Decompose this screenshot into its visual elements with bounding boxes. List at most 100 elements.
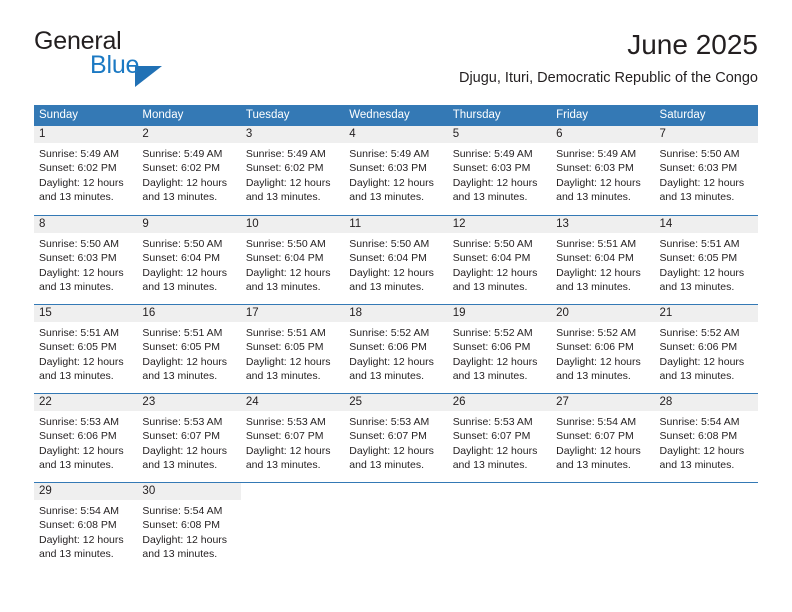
- sunrise-time: Sunrise: 5:54 AM: [556, 416, 637, 428]
- daylight-duration-line1: Daylight: 12 hours: [39, 176, 124, 189]
- day-number: 5: [452, 128, 460, 140]
- day-details: Sunrise: 5:51 AM Sunset: 6:05 PM Daylight:…: [655, 233, 758, 295]
- sunrise-time: Sunrise: 5:51 AM: [245, 327, 326, 339]
- day-cell[interactable]: 12 Sunrise: 5:50 AM Sunset: 6:04 PM Dayligh…: [447, 216, 552, 304]
- sunset-time: Sunset: 6:04 PM: [245, 252, 324, 265]
- day-number-band: 20: [551, 305, 655, 322]
- day-details: Sunrise: 5:50 AM Sunset: 6:04 PM Daylight:…: [137, 233, 240, 295]
- day-cell[interactable]: 24 Sunrise: 5:53 AM Sunset: 6:07 PM Dayligh…: [240, 394, 345, 482]
- day-number-band: 19: [447, 305, 552, 322]
- weekday-header-thursday: Thursday: [452, 109, 501, 121]
- day-cell[interactable]: 1 Sunrise: 5:49 AM Sunset: 6:02 PM Daylight…: [34, 126, 138, 215]
- calendar-week-row: 29 Sunrise: 5:54 AM Sunset: 6:08 PM Dayligh…: [34, 482, 758, 571]
- daylight-duration-line1: Daylight: 12 hours: [349, 355, 434, 368]
- daylight-duration-line1: Daylight: 12 hours: [659, 355, 745, 368]
- day-details: Sunrise: 5:50 AM Sunset: 6:03 PM Daylight:…: [655, 143, 758, 205]
- day-cell[interactable]: 26 Sunrise: 5:53 AM Sunset: 6:07 PM Dayligh…: [447, 394, 552, 482]
- day-number-band: 5: [447, 126, 552, 143]
- day-details: Sunrise: 5:54 AM Sunset: 6:08 PM Daylight:…: [655, 411, 758, 473]
- day-number: 27: [556, 396, 569, 408]
- page-header: General Blue June 2025 Djugu, Ituri, Dem…: [34, 28, 758, 100]
- day-number-band: 8: [34, 216, 138, 233]
- daylight-duration-line1: Daylight: 12 hours: [142, 176, 228, 189]
- day-cell[interactable]: 10 Sunrise: 5:50 AM Sunset: 6:04 PM Dayligh…: [240, 216, 345, 304]
- daylight-duration-line1: Daylight: 12 hours: [452, 355, 538, 368]
- weekday-header-sunday: Sunday: [39, 109, 79, 121]
- day-cell[interactable]: 2 Sunrise: 5:49 AM Sunset: 6:02 PM Daylight…: [137, 126, 241, 215]
- day-cell[interactable]: 13 Sunrise: 5:51 AM Sunset: 6:04 PM Dayligh…: [551, 216, 655, 304]
- calendar-grid: Sunday Monday Tuesday Wednesday Thursday Frid…: [34, 105, 758, 571]
- day-number: 3: [245, 128, 253, 140]
- day-number-band: 17: [240, 305, 345, 322]
- day-cell[interactable]: 27 Sunrise: 5:54 AM Sunset: 6:07 PM Dayligh…: [551, 394, 655, 482]
- day-cell[interactable]: 20 Sunrise: 5:52 AM Sunset: 6:06 PM Dayligh…: [551, 305, 655, 393]
- day-details: Sunrise: 5:52 AM Sunset: 6:06 PM Daylight:…: [655, 322, 758, 384]
- day-details: Sunrise: 5:49 AM Sunset: 6:02 PM Daylight:…: [241, 143, 344, 205]
- day-cell[interactable]: 11 Sunrise: 5:50 AM Sunset: 6:04 PM Dayligh…: [344, 216, 448, 304]
- day-cell[interactable]: 3 Sunrise: 5:49 AM Sunset: 6:02 PM Daylight…: [240, 126, 345, 215]
- daylight-duration-line1: Daylight: 12 hours: [245, 176, 331, 189]
- day-cell[interactable]: 16 Sunrise: 5:51 AM Sunset: 6:05 PM Dayligh…: [137, 305, 241, 393]
- day-cell[interactable]: 28 Sunrise: 5:54 AM Sunset: 6:08 PM Dayligh…: [654, 394, 758, 482]
- daylight-duration-line1: Daylight: 12 hours: [659, 176, 745, 189]
- day-details: Sunrise: 5:53 AM Sunset: 6:06 PM Daylight:…: [34, 411, 137, 473]
- daylight-duration-line1: Daylight: 12 hours: [556, 355, 641, 368]
- day-details: Sunrise: 5:53 AM Sunset: 6:07 PM Daylight:…: [448, 411, 551, 473]
- day-cell[interactable]: 5 Sunrise: 5:49 AM Sunset: 6:03 PM Daylight…: [447, 126, 552, 215]
- day-number: 16: [142, 307, 156, 319]
- day-cell[interactable]: 30 Sunrise: 5:54 AM Sunset: 6:08 PM Dayligh…: [137, 483, 241, 571]
- sunrise-time: Sunrise: 5:49 AM: [39, 148, 119, 160]
- location-subtitle: Djugu, Ituri, Democratic Republic of the…: [458, 70, 758, 86]
- day-details: Sunrise: 5:53 AM Sunset: 6:07 PM Daylight:…: [137, 411, 240, 473]
- brand-logo[interactable]: General Blue: [34, 28, 254, 88]
- daylight-duration-line2: and 13 minutes.: [39, 370, 114, 383]
- brand-name-blue: Blue: [90, 51, 140, 79]
- day-cell[interactable]: 9 Sunrise: 5:50 AM Sunset: 6:04 PM Daylight…: [137, 216, 241, 304]
- sunset-time: Sunset: 6:07 PM: [349, 430, 427, 443]
- sunset-time: Sunset: 6:08 PM: [142, 519, 221, 532]
- daylight-duration-line2: and 13 minutes.: [245, 459, 321, 472]
- day-cell[interactable]: 6 Sunrise: 5:49 AM Sunset: 6:03 PM Daylight…: [551, 126, 655, 215]
- sunrise-time: Sunrise: 5:53 AM: [452, 416, 533, 428]
- day-number-band: 15: [34, 305, 138, 322]
- daylight-duration-line1: Daylight: 12 hours: [659, 444, 745, 457]
- day-number-band: [551, 483, 654, 500]
- day-number: 15: [39, 307, 52, 319]
- day-cell[interactable]: 29 Sunrise: 5:54 AM Sunset: 6:08 PM Dayligh…: [34, 483, 138, 571]
- day-cell[interactable]: 7 Sunrise: 5:50 AM Sunset: 6:03 PM Daylight…: [654, 126, 758, 215]
- day-cell[interactable]: 18 Sunrise: 5:52 AM Sunset: 6:06 PM Dayligh…: [344, 305, 448, 393]
- weekday-header-wednesday: Wednesday: [349, 109, 410, 121]
- sunset-time: Sunset: 6:05 PM: [245, 341, 324, 354]
- sunrise-time: Sunrise: 5:51 AM: [39, 327, 119, 339]
- day-number: 6: [556, 128, 563, 140]
- day-cell-empty: [240, 483, 345, 571]
- sunrise-time: Sunrise: 5:53 AM: [245, 416, 326, 428]
- daylight-duration-line2: and 13 minutes.: [39, 548, 114, 561]
- day-details: Sunrise: 5:49 AM Sunset: 6:02 PM Daylight:…: [34, 143, 137, 205]
- sunrise-time: Sunrise: 5:50 AM: [349, 238, 430, 250]
- day-cell[interactable]: 23 Sunrise: 5:53 AM Sunset: 6:07 PM Dayligh…: [137, 394, 241, 482]
- daylight-duration-line2: and 13 minutes.: [142, 281, 218, 294]
- daylight-duration-line1: Daylight: 12 hours: [39, 533, 124, 546]
- day-cell[interactable]: 19 Sunrise: 5:52 AM Sunset: 6:06 PM Dayligh…: [447, 305, 552, 393]
- day-cell[interactable]: 25 Sunrise: 5:53 AM Sunset: 6:07 PM Dayligh…: [344, 394, 448, 482]
- sunrise-time: Sunrise: 5:53 AM: [349, 416, 430, 428]
- daylight-duration-line2: and 13 minutes.: [659, 191, 735, 204]
- day-cell[interactable]: 4 Sunrise: 5:49 AM Sunset: 6:03 PM Daylight…: [344, 126, 448, 215]
- daylight-duration-line2: and 13 minutes.: [245, 191, 321, 204]
- day-details: Sunrise: 5:50 AM Sunset: 6:04 PM Daylight:…: [241, 233, 344, 295]
- day-number: 17: [245, 307, 259, 319]
- sunrise-time: Sunrise: 5:54 AM: [142, 505, 223, 517]
- day-cell[interactable]: 14 Sunrise: 5:51 AM Sunset: 6:05 PM Dayligh…: [654, 216, 758, 304]
- day-cell[interactable]: 15 Sunrise: 5:51 AM Sunset: 6:05 PM Dayligh…: [34, 305, 138, 393]
- day-cell[interactable]: 8 Sunrise: 5:50 AM Sunset: 6:03 PM Daylight…: [34, 216, 138, 304]
- sunrise-time: Sunrise: 5:52 AM: [452, 327, 533, 339]
- daylight-duration-line2: and 13 minutes.: [659, 281, 735, 294]
- day-number-band: 7: [654, 126, 758, 143]
- day-cell[interactable]: 22 Sunrise: 5:53 AM Sunset: 6:06 PM Dayligh…: [34, 394, 138, 482]
- day-cell[interactable]: 17 Sunrise: 5:51 AM Sunset: 6:05 PM Dayligh…: [240, 305, 345, 393]
- day-details: Sunrise: 5:54 AM Sunset: 6:08 PM Daylight:…: [34, 500, 137, 562]
- day-number-band: 26: [447, 394, 552, 411]
- weekday-header-monday: Monday: [142, 109, 184, 121]
- day-cell[interactable]: 21 Sunrise: 5:52 AM Sunset: 6:06 PM Dayligh…: [654, 305, 758, 393]
